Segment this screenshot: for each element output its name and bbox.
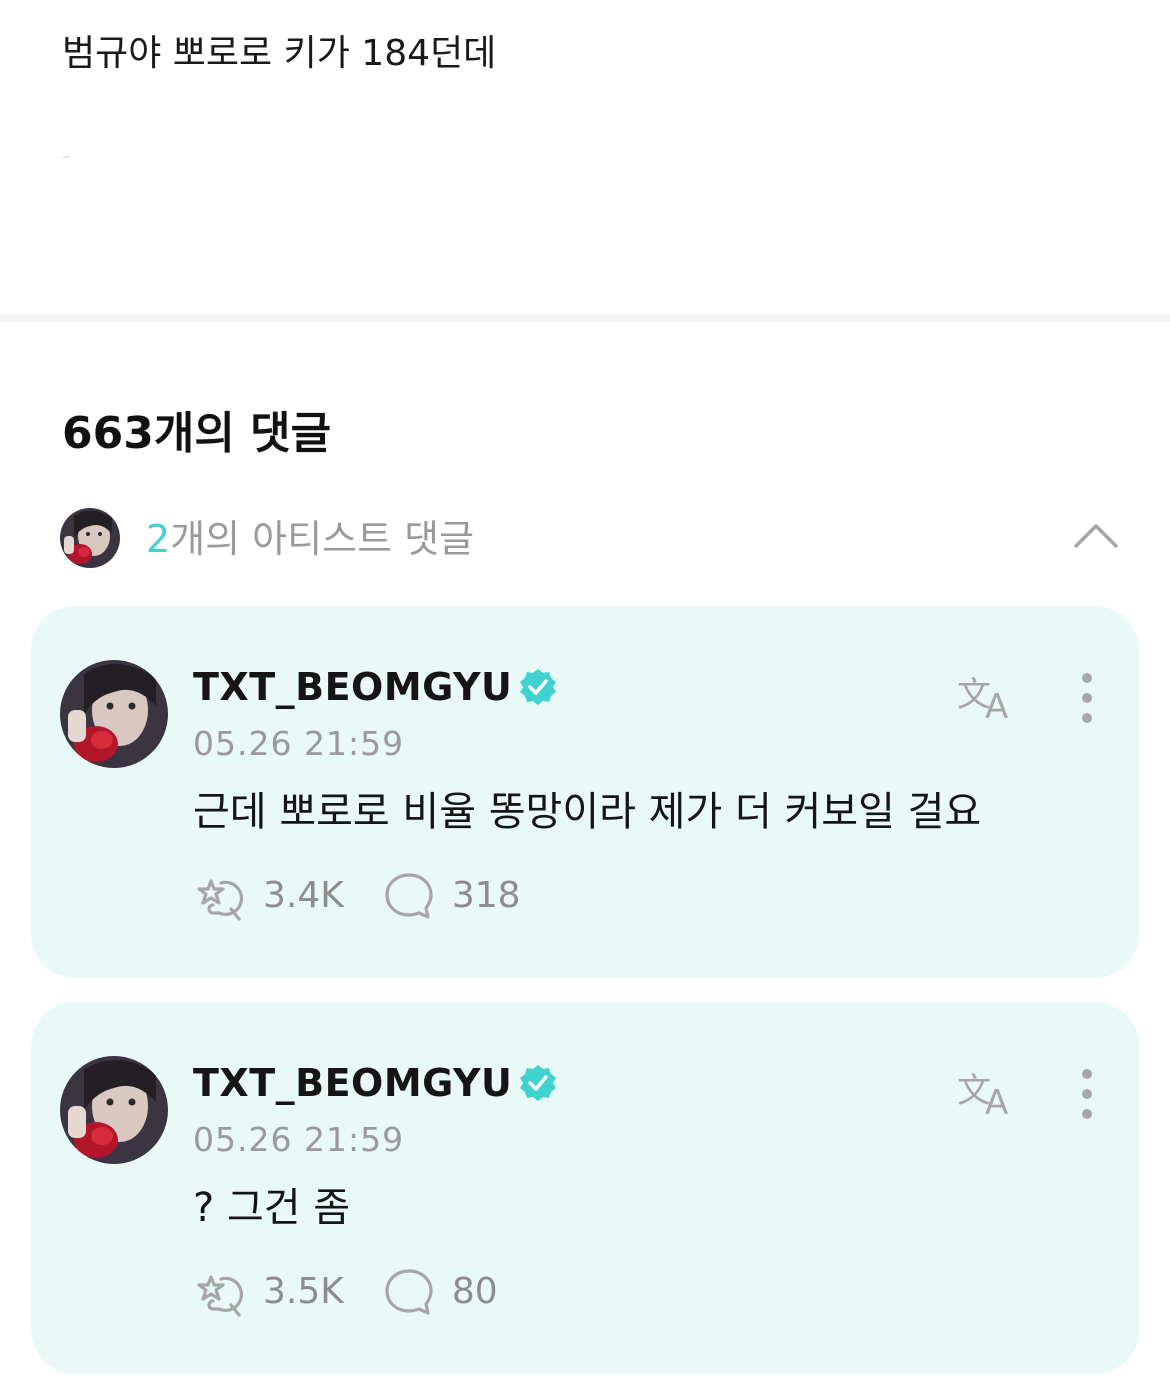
reply-bubble-icon[interactable] bbox=[382, 1265, 436, 1319]
username[interactable]: TXT_BEOMGYU bbox=[193, 662, 512, 712]
comment-text: ? 그건 좀 bbox=[193, 1185, 351, 1231]
like-icon[interactable] bbox=[193, 1265, 247, 1319]
verified-badge-icon bbox=[520, 1065, 557, 1101]
artist-comment-card: TXT_BEOMGYU 05.26 21:59 근데 뽀로로 비율 똥망이라 제… bbox=[31, 606, 1139, 978]
artist-comments-label: 2개의 아티스트 댓글 bbox=[146, 514, 474, 564]
section-divider bbox=[0, 314, 1170, 322]
verified-badge-icon bbox=[520, 669, 557, 705]
like-stat[interactable]: 3.4K bbox=[193, 869, 344, 923]
like-count: 3.4K bbox=[263, 875, 344, 916]
svg-text:A: A bbox=[985, 1083, 1008, 1118]
artist-comments-toggle[interactable]: 2개의 아티스트 댓글 bbox=[60, 508, 1120, 570]
avatar[interactable] bbox=[60, 660, 168, 768]
username[interactable]: TXT_BEOMGYU bbox=[193, 1058, 512, 1108]
more-vertical-icon[interactable] bbox=[1067, 1066, 1107, 1122]
comment-text: 근데 뽀로로 비율 똥망이라 제가 더 커보일 걸요 bbox=[193, 789, 982, 835]
avatar[interactable] bbox=[60, 1056, 168, 1164]
comment-header: TXT_BEOMGYU bbox=[193, 1058, 558, 1108]
like-count: 3.5K bbox=[263, 1271, 344, 1312]
comment-timestamp: 05.26 21:59 bbox=[193, 1120, 405, 1159]
artist-comments-number: 2 bbox=[146, 517, 171, 561]
comment-stats: 3.4K 318 bbox=[193, 868, 559, 924]
comment-timestamp: 05.26 21:59 bbox=[193, 724, 405, 763]
translate-icon[interactable]: 文 A bbox=[955, 1066, 1017, 1118]
like-stat[interactable]: 3.5K bbox=[193, 1265, 344, 1319]
reply-stat[interactable]: 318 bbox=[382, 869, 521, 923]
post-text: 범규야 뽀로로 키가 184던데 bbox=[62, 33, 497, 74]
reply-count: 318 bbox=[451, 875, 521, 916]
comment-stats: 3.5K 80 bbox=[193, 1264, 536, 1320]
artist-comment-card: TXT_BEOMGYU 05.26 21:59 ? 그건 좀 文 A 3.5K bbox=[31, 1002, 1139, 1374]
artist-comments-text: 개의 아티스트 댓글 bbox=[170, 517, 475, 561]
svg-text:A: A bbox=[985, 687, 1008, 722]
like-icon[interactable] bbox=[193, 869, 247, 923]
comment-count-heading: 663개의 댓글 bbox=[62, 408, 332, 459]
chevron-up-icon[interactable] bbox=[1072, 516, 1120, 556]
more-vertical-icon[interactable] bbox=[1067, 670, 1107, 726]
artist-avatar bbox=[60, 508, 120, 568]
reply-stat[interactable]: 80 bbox=[382, 1265, 498, 1319]
reply-bubble-icon[interactable] bbox=[382, 869, 436, 923]
post-divider-mark bbox=[62, 156, 70, 158]
comment-header: TXT_BEOMGYU bbox=[193, 662, 558, 712]
translate-icon[interactable]: 文 A bbox=[955, 670, 1017, 722]
reply-count: 80 bbox=[451, 1271, 498, 1312]
